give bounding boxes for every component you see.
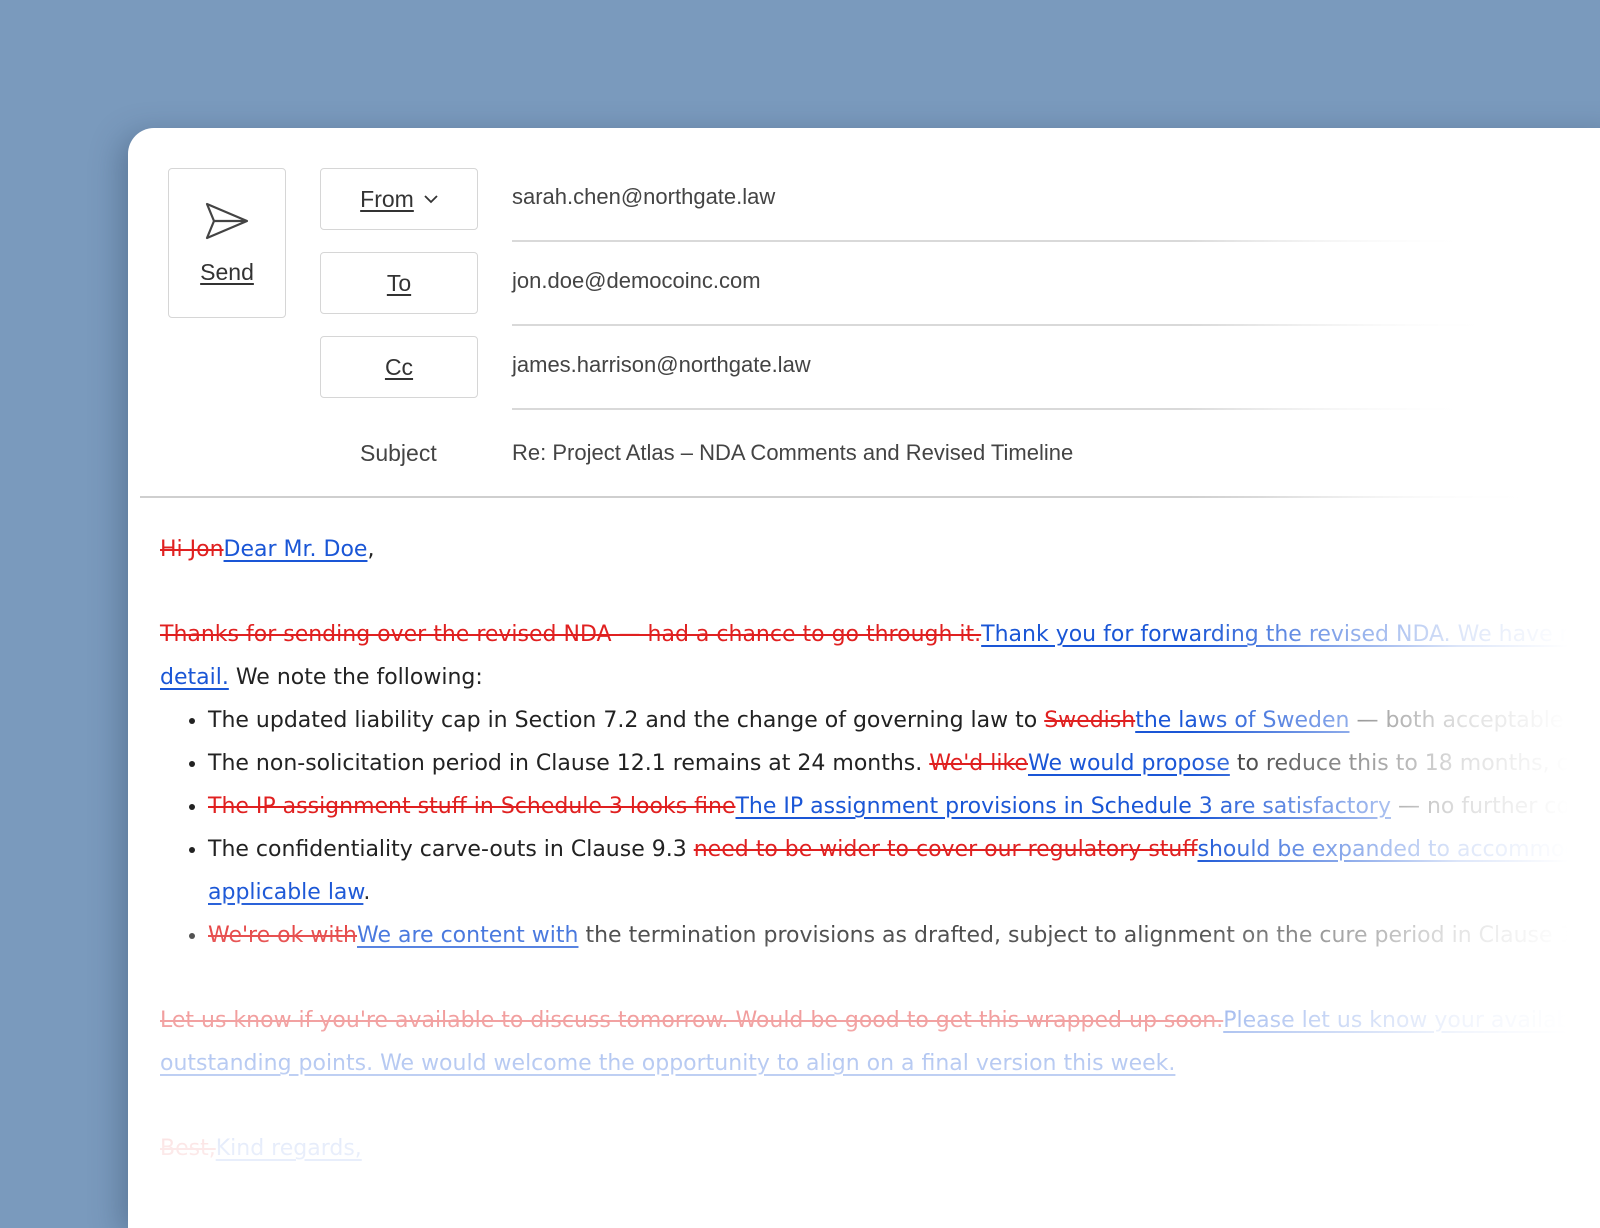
message-body[interactable]: Hi JonDear Mr. Doe, Thanks for sending o…: [160, 528, 1600, 1170]
inserted-text: Please let us know your availab: [1223, 1008, 1571, 1033]
deleted-text: Thanks for sending over the revised NDA …: [160, 622, 982, 647]
cc-button[interactable]: Cc: [320, 336, 478, 398]
from-label: From: [360, 185, 414, 212]
to-field-divider: [512, 324, 1492, 326]
comments-list: The updated liability cap in Section 7.2…: [160, 699, 1600, 957]
signoff: Best,Kind regards,: [160, 1127, 1580, 1170]
list-item: The updated liability cap in Section 7.2…: [208, 699, 1600, 742]
send-label: Send: [200, 258, 254, 285]
to-label: To: [386, 269, 412, 296]
inserted-text: the laws of Sweden: [1135, 708, 1350, 733]
deleted-text: The IP assignment stuff in Schedule 3 lo…: [208, 794, 736, 819]
deleted-text: Swedish: [1044, 708, 1136, 733]
inserted-text: Kind regards,: [215, 1136, 362, 1161]
inserted-text: The IP assignment provisions in Schedule…: [735, 794, 1391, 819]
to-field[interactable]: jon.doe@democoinc.com: [512, 268, 761, 294]
deleted-text: We're ok with: [208, 923, 358, 948]
greeting: Hi JonDear Mr. Doe,: [160, 537, 375, 562]
intro-paragraph: Thanks for sending over the revised NDA …: [160, 613, 1600, 656]
intro-paragraph-line2: detail. We note the following:: [160, 665, 483, 690]
inserted-text: outstanding points. We would welcome the…: [160, 1051, 1176, 1076]
closing-paragraph-line2: outstanding points. We would welcome the…: [160, 1042, 1580, 1085]
list-item: The IP assignment stuff in Schedule 3 lo…: [208, 785, 1600, 828]
deleted-text: Hi Jon: [160, 537, 224, 562]
inserted-text: detail.: [160, 665, 229, 690]
cc-label: Cc: [384, 353, 414, 380]
cc-field-divider: [512, 408, 1462, 410]
inserted-text: Thank you for forwarding the revised NDA…: [981, 622, 1600, 647]
inserted-text: We are content with: [357, 923, 579, 948]
from-field-divider: [512, 240, 1462, 242]
inserted-text: should be expanded to accommodate: [1197, 837, 1600, 862]
header-divider: [140, 496, 1540, 498]
subject-label: Subject: [360, 440, 437, 466]
deleted-text: need to be wider to cover our regulatory…: [693, 837, 1198, 862]
cc-field[interactable]: james.harrison@northgate.law: [512, 352, 811, 378]
inserted-text: Dear Mr. Doe: [223, 537, 368, 562]
list-item: We're ok withWe are content with the ter…: [208, 914, 1595, 957]
from-field[interactable]: sarah.chen@northgate.law: [512, 184, 775, 210]
from-button[interactable]: From: [320, 168, 478, 230]
chevron-down-icon: [424, 194, 438, 204]
deleted-text: Best,: [160, 1136, 216, 1161]
send-icon: [204, 201, 250, 259]
inserted-text: We would propose: [1027, 751, 1230, 776]
list-item: The non-solicitation period in Clause 12…: [208, 742, 1600, 785]
subject-field[interactable]: Re: Project Atlas – NDA Comments and Rev…: [512, 440, 1073, 466]
deleted-text: We'd like: [929, 751, 1028, 776]
deleted-text: Let us know if you're available to discu…: [160, 1008, 1224, 1033]
compose-window: Send From sarah.chen@northgate.law To jo…: [128, 128, 1600, 1228]
send-button[interactable]: Send: [168, 168, 286, 318]
inserted-text: applicable law: [208, 880, 364, 905]
to-button[interactable]: To: [320, 252, 478, 314]
list-item: The confidentiality carve-outs in Clause…: [208, 828, 1600, 914]
closing-paragraph: Let us know if you're available to discu…: [160, 999, 1580, 1042]
